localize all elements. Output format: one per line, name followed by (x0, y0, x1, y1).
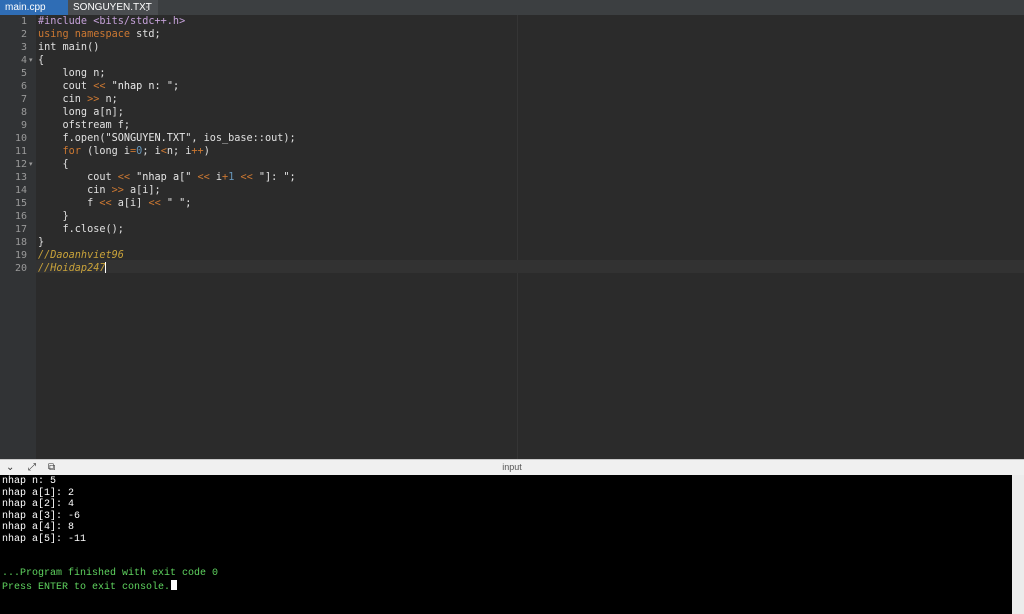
console-line: nhap a[3]: -6 (2, 510, 81, 522)
console-line: nhap a[2]: 4 (2, 499, 75, 510)
console-toolbar: ⌄ ⤢ ⧉ input (0, 459, 1024, 475)
line-number: 19 (14, 250, 27, 261)
code-line: 4 ▾ { (0, 54, 1024, 67)
line-number: 12 (14, 159, 27, 170)
code-line: 16 } (0, 210, 1024, 223)
console-line: nhap a[5]: -11 (2, 533, 87, 545)
code-text: int main() (38, 42, 100, 53)
code-text: f.close(); (38, 224, 124, 235)
code-text: long a[n]; (38, 107, 124, 118)
code-text: { (38, 159, 69, 170)
tab-bar: main.cpp SONGUYEN.TXT ⋮ (0, 0, 1024, 15)
console-line: nhap a[1]: 2 (2, 487, 75, 499)
line-number: 9 (20, 120, 27, 131)
code-line: 3 int main() (0, 41, 1024, 54)
console-scrollbar[interactable] (1012, 475, 1024, 614)
console-line: nhap n: 5 (2, 476, 57, 487)
code-text: cout << "nhap n: "; (38, 81, 180, 92)
line-number: 7 (20, 94, 27, 105)
text-caret (105, 262, 107, 273)
code-text: } (38, 237, 45, 248)
line-number: 20 (14, 263, 27, 274)
code-text: { (38, 55, 45, 66)
line-number: 13 (14, 172, 27, 183)
line-number: 14 (14, 185, 27, 196)
tab-label: SONGUYEN.TXT (73, 2, 152, 13)
code-line: 19 //Daoanhviet96 (0, 249, 1024, 262)
fold-arrow-icon[interactable]: ▾ (29, 54, 33, 67)
input-label: input (502, 462, 522, 472)
code-text: #include <bits/stdc++.h> (38, 16, 186, 27)
line-number: 11 (14, 146, 27, 157)
code-line: 12 ▾ { (0, 158, 1024, 171)
code-line: 7 cin >> n; (0, 93, 1024, 106)
code-line: 14 cin >> a[i]; (0, 184, 1024, 197)
chevron-down-icon[interactable]: ⌄ (6, 461, 14, 475)
line-number: 10 (14, 133, 27, 144)
line-number: 3 (20, 42, 27, 53)
fold-arrow-icon[interactable]: ▾ (29, 158, 33, 171)
code-text: f << a[i] << " "; (38, 198, 192, 209)
line-number: 18 (14, 237, 27, 248)
console-output[interactable]: nhap n: 5 nhap a[1]: 2 nhap a[2]: 4 nhap… (0, 475, 1012, 614)
line-number: 15 (14, 198, 27, 209)
code-comment: //Daoanhviet96 (38, 250, 124, 261)
exit-status-line: ...Program finished with exit code 0 (2, 568, 219, 579)
code-line: 10 f.open("SONGUYEN.TXT", ios_base::out)… (0, 132, 1024, 145)
code-text: long n; (38, 68, 106, 79)
line-number: 5 (20, 68, 27, 79)
code-text: using namespace std; (38, 29, 161, 40)
code-line: 15 f << a[i] << " "; (0, 197, 1024, 210)
line-number: 17 (14, 224, 27, 235)
code-line: 20 //Hoidap247 (0, 262, 1024, 275)
code-line: 6 cout << "nhap n: "; (0, 80, 1024, 93)
expand-arrows-icon[interactable]: ⤢ (28, 461, 36, 475)
code-line: 2 using namespace std; (0, 28, 1024, 41)
code-text: } (38, 211, 69, 222)
line-number: 4 (20, 55, 27, 66)
console-cursor (171, 579, 178, 590)
code-text: for (long i=0; i<n; i++) (62, 146, 210, 157)
code-text: f.open("SONGUYEN.TXT", ios_base::out); (38, 133, 296, 144)
code-line: 1 #include <bits/stdc++.h> (0, 15, 1024, 28)
code-line: 5 long n; (0, 67, 1024, 80)
code-line: 8 long a[n]; (0, 106, 1024, 119)
line-number: 1 (20, 16, 27, 27)
copy-icon[interactable]: ⧉ (48, 461, 55, 475)
tab-label: main.cpp (5, 2, 46, 13)
console-line: nhap a[4]: 8 (2, 522, 75, 533)
code-line: 9 ofstream f; (0, 119, 1024, 132)
line-number: 16 (14, 211, 27, 222)
code-text: cin >> n; (38, 94, 118, 105)
code-line: 17 f.close(); (0, 223, 1024, 236)
tab-songuyen-txt[interactable]: SONGUYEN.TXT ⋮ (68, 0, 158, 15)
line-number: 6 (20, 81, 27, 92)
press-enter-line: Press ENTER to exit console. (2, 579, 178, 594)
code-editor[interactable]: 1 #include <bits/stdc++.h> 2 using names… (0, 15, 1024, 459)
code-line: 11 for (long i=0; i<n; i++) (0, 145, 1024, 158)
code-text: ofstream f; (38, 120, 131, 131)
vertical-dots-icon[interactable]: ⋮ (142, 0, 152, 15)
line-number: 8 (20, 107, 27, 118)
tab-main-cpp[interactable]: main.cpp (0, 0, 68, 15)
code-comment: //Hoidap247 (38, 262, 107, 274)
code-text: cin >> a[i]; (38, 185, 161, 196)
code-line: 13 cout << "nhap a[" << i+1 << "]: "; (0, 171, 1024, 184)
line-number: 2 (20, 29, 27, 40)
code-text: cout << "nhap a[" << i+1 << "]: "; (38, 172, 296, 183)
code-line: 18 } (0, 236, 1024, 249)
